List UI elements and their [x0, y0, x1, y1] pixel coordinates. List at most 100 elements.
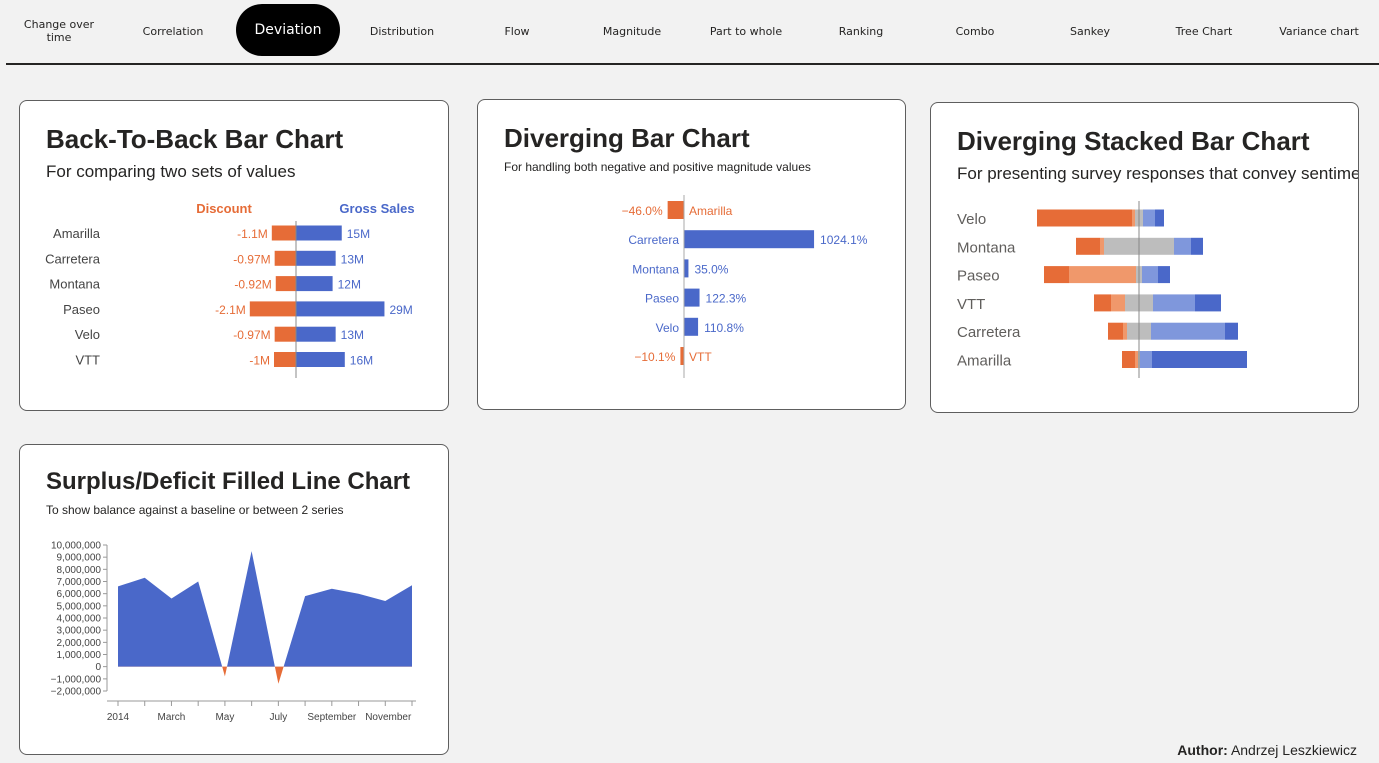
category-label: VTT	[75, 353, 100, 368]
card-diverging: Diverging Bar Chart For handling both ne…	[477, 99, 906, 410]
segment-light_blue	[1151, 322, 1225, 340]
segment-light_orange	[1132, 209, 1135, 227]
surplus-area	[118, 551, 412, 667]
category-label: Carretera	[45, 251, 101, 266]
category-label: Paseo	[957, 268, 1000, 285]
segment-light_blue	[1142, 266, 1158, 284]
segment-light_orange	[1123, 322, 1127, 340]
category-label: Amarilla	[53, 226, 101, 241]
gross-sales-value-label: 12M	[338, 278, 361, 292]
category-label: Montana	[957, 239, 1016, 256]
segment-light_orange	[1111, 294, 1125, 312]
x-tick-label: March	[158, 712, 186, 723]
card-diverging-stacked: Diverging Stacked Bar Chart For presenti…	[930, 102, 1359, 413]
segment-blue	[1158, 266, 1170, 284]
tab-magnitude[interactable]: Magnitude	[577, 0, 687, 62]
tab-sankey[interactable]: Sankey	[1035, 0, 1145, 62]
bar	[684, 317, 699, 336]
category-label: Montana	[632, 262, 679, 276]
y-tick-label: 2,000,000	[57, 638, 102, 649]
y-tick-label: 3,000,000	[57, 626, 102, 637]
card-surplus-deficit: Surplus/Deficit Filled Line Chart To sho…	[19, 444, 449, 755]
diverging-bar-chart: −46.0% Amarilla 1024.1% Carretera 35.0% Monta…	[622, 195, 868, 378]
bar	[684, 259, 689, 278]
author-credit: Author: Andrzej Leszkiewicz	[1177, 742, 1357, 758]
gross-sales-bar	[296, 225, 342, 241]
y-tick-label: 1,000,000	[57, 650, 102, 661]
tab-flow[interactable]: Flow	[462, 0, 572, 62]
tab-tree-chart[interactable]: Tree Chart	[1149, 0, 1259, 62]
gross-sales-value-label: 15M	[347, 227, 370, 241]
segment-blue	[1191, 237, 1203, 255]
tab-deviation[interactable]: Deviation	[236, 4, 340, 56]
category-label: Amarilla	[689, 204, 733, 218]
discount-value-label: -2.1M	[215, 303, 246, 317]
tab-variance-chart[interactable]: Variance chart	[1264, 0, 1374, 62]
discount-bar	[274, 326, 296, 342]
value-label: 1024.1%	[820, 233, 868, 247]
x-tick-label: September	[307, 712, 357, 723]
category-label: Montana	[49, 277, 100, 292]
y-tick-label: −2,000,000	[51, 687, 102, 698]
gross-sales-value-label: 13M	[341, 328, 364, 342]
bar	[684, 288, 700, 307]
y-tick-label: −1,000,000	[51, 674, 102, 685]
value-label: 110.8%	[704, 321, 744, 335]
x-tick-label: 2014	[107, 712, 130, 723]
tab-distribution[interactable]: Distribution	[347, 0, 457, 62]
discount-value-label: -1M	[249, 354, 270, 368]
tab-ranking[interactable]: Ranking	[806, 0, 916, 62]
discount-value-label: -1.1M	[237, 227, 268, 241]
tab-combo[interactable]: Combo	[920, 0, 1030, 62]
y-tick-label: 9,000,000	[57, 553, 102, 564]
legend-discount: Discount	[196, 201, 252, 216]
category-label: Amarilla	[957, 353, 1012, 370]
tab-part-to-whole[interactable]: Part to whole	[691, 0, 801, 62]
bar	[680, 347, 684, 365]
tab-correlation[interactable]: Correlation	[118, 0, 228, 62]
segment-orange	[1037, 209, 1132, 227]
gross-sales-bar	[296, 326, 336, 342]
segment-light_orange	[1069, 266, 1136, 284]
diverging-stacked-bar-chart: Velo Montana Paseo VTT Carretera Amarilla	[957, 201, 1247, 378]
value-label: 122.3%	[706, 292, 747, 306]
category-label: VTT	[689, 350, 712, 364]
surplus-deficit-chart: 10,000,0009,000,0008,000,0007,000,0006,0…	[51, 541, 416, 723]
discount-value-label: -0.97M	[233, 328, 270, 342]
y-tick-label: 8,000,000	[57, 565, 102, 576]
segment-light_blue	[1140, 351, 1152, 368]
segment-light_orange	[1135, 351, 1138, 368]
segment-orange	[1094, 294, 1111, 312]
x-tick-label: November	[365, 712, 412, 723]
gross-sales-value-label: 13M	[341, 252, 364, 266]
segment-light_blue	[1153, 294, 1195, 312]
discount-bar	[274, 352, 296, 367]
author-label: Author:	[1177, 742, 1228, 758]
category-label: Paseo	[63, 302, 100, 317]
gross-sales-value-label: 16M	[350, 354, 373, 368]
y-tick-label: 7,000,000	[57, 577, 102, 588]
author-name: Andrzej Leszkiewicz	[1230, 742, 1357, 758]
segment-orange	[1122, 351, 1135, 368]
segment-light_blue	[1174, 237, 1191, 255]
segment-blue	[1152, 351, 1247, 368]
discount-bar	[249, 301, 296, 317]
segment-orange	[1044, 266, 1069, 284]
category-label: Velo	[656, 321, 680, 335]
y-tick-label: 0	[95, 662, 101, 673]
discount-value-label: -0.92M	[234, 278, 271, 292]
nav-divider	[6, 63, 1379, 65]
x-tick-label: July	[269, 712, 287, 723]
segment-orange	[1108, 322, 1123, 340]
card-back-to-back: Back-To-Back Bar Chart For comparing two…	[19, 100, 449, 411]
discount-bar	[271, 225, 296, 241]
value-label: 35.0%	[694, 262, 728, 276]
segment-light_blue	[1143, 209, 1155, 227]
bar	[684, 230, 815, 249]
value-label: −10.1%	[634, 350, 675, 364]
tab-change-over-time[interactable]: Change over time	[19, 0, 99, 62]
category-label: Carretera	[628, 233, 679, 247]
back-to-back-chart: Discount Gross Sales Amarilla -1.1M 15M Carre…	[45, 201, 415, 378]
category-label: Carretera	[957, 324, 1021, 341]
bar	[667, 201, 684, 219]
